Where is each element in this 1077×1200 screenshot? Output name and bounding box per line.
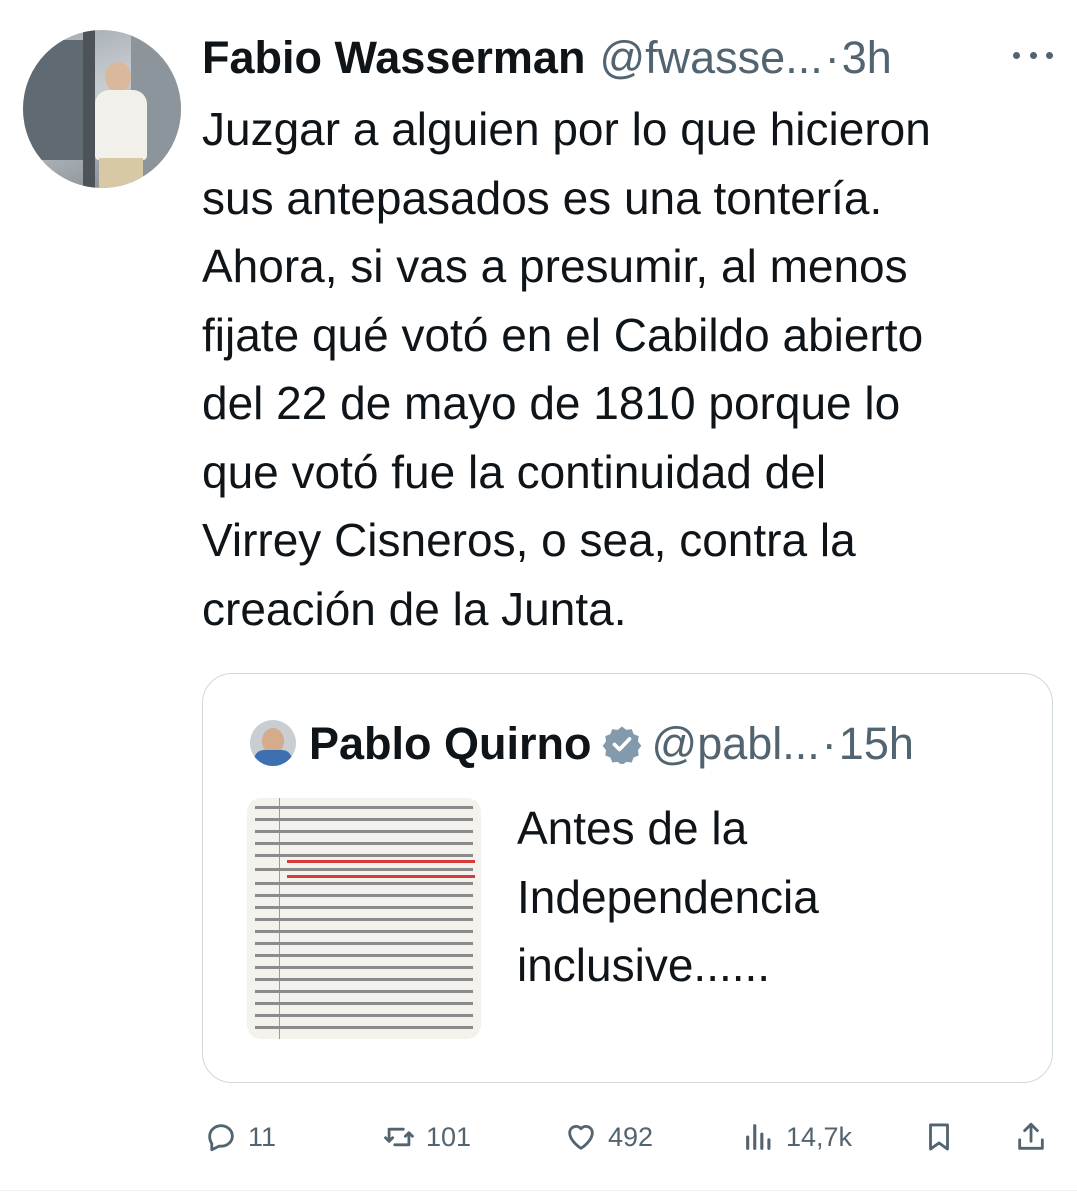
tweet-text-line: sus antepasados es una tontería. [202, 171, 883, 224]
tweet-header: Fabio Wasserman @fwasse... · 3h [202, 30, 892, 86]
tweet-text-line: que votó fue la continuidad del [202, 445, 827, 498]
tweet-text-line: Ahora, si vas a presumir, al menos [202, 240, 908, 292]
bookmark-button[interactable] [922, 1112, 956, 1162]
tweet-text-line: del 22 de mayo de 1810 porque lo [202, 377, 901, 429]
author-avatar[interactable] [23, 30, 181, 188]
quoted-author-avatar[interactable] [250, 720, 296, 766]
share-icon [1018, 1122, 1044, 1150]
repost-count: 101 [426, 1121, 472, 1152]
quoted-tweet-card[interactable]: Pablo Quirno @pabl... · 15h Antes de la … [202, 673, 1053, 1083]
bottom-divider [0, 1190, 1077, 1191]
share-button[interactable] [1014, 1112, 1048, 1162]
more-dots-icon[interactable] [1013, 40, 1053, 70]
quoted-post-timestamp[interactable]: 15h [839, 718, 914, 770]
repost-icon [384, 1127, 414, 1147]
quoted-author-name[interactable]: Pablo Quirno [309, 718, 592, 770]
separator-dot: · [824, 32, 840, 83]
quoted-author-handle[interactable]: @pabl... [652, 718, 820, 770]
reply-count: 11 [248, 1121, 277, 1152]
tweet-text-line: creación de la Junta. [202, 582, 627, 635]
bookmark-icon [929, 1123, 949, 1151]
views-chart-icon [746, 1124, 771, 1150]
quoted-text-line: Antes de la [517, 802, 748, 854]
author-handle[interactable]: @fwasse... [599, 32, 822, 84]
author-name[interactable]: Fabio Wasserman [202, 32, 585, 84]
heart-icon [568, 1125, 594, 1150]
action-bar: 11 101 492 14,7k [200, 1112, 1060, 1162]
tweet-text: Juzgar a alguien por lo que hicieron sus… [202, 95, 1052, 643]
tweet-text-line: Virrey Cisneros, o sea, contra la [202, 514, 856, 566]
verified-badge-icon [602, 726, 641, 764]
quoted-text-line: inclusive...... [517, 939, 771, 991]
like-button[interactable]: 492 [564, 1112, 653, 1162]
quoted-tweet-text: Antes de la Independencia inclusive.....… [517, 794, 1017, 1000]
like-count: 492 [608, 1121, 654, 1152]
reply-button[interactable]: 11 [204, 1112, 276, 1162]
quoted-text-line: Independencia [517, 870, 819, 923]
post-timestamp[interactable]: 3h [842, 32, 892, 84]
repost-button[interactable]: 101 [382, 1112, 471, 1162]
separator-dot: · [821, 718, 837, 769]
tweet-text-line: fijate qué votó en el Cabildo abierto [202, 308, 924, 361]
reply-icon [208, 1124, 234, 1152]
views-button[interactable]: 14,7k [742, 1112, 852, 1162]
views-count: 14,7k [786, 1121, 853, 1152]
tweet-text-line: Juzgar a alguien por lo que hicieron [202, 103, 931, 155]
quoted-document-image[interactable] [247, 798, 481, 1039]
quoted-tweet-header: Pablo Quirno @pabl... · 15h [309, 716, 914, 772]
tweet[interactable]: Fabio Wasserman @fwasse... · 3h Juzgar a… [0, 0, 1077, 1200]
